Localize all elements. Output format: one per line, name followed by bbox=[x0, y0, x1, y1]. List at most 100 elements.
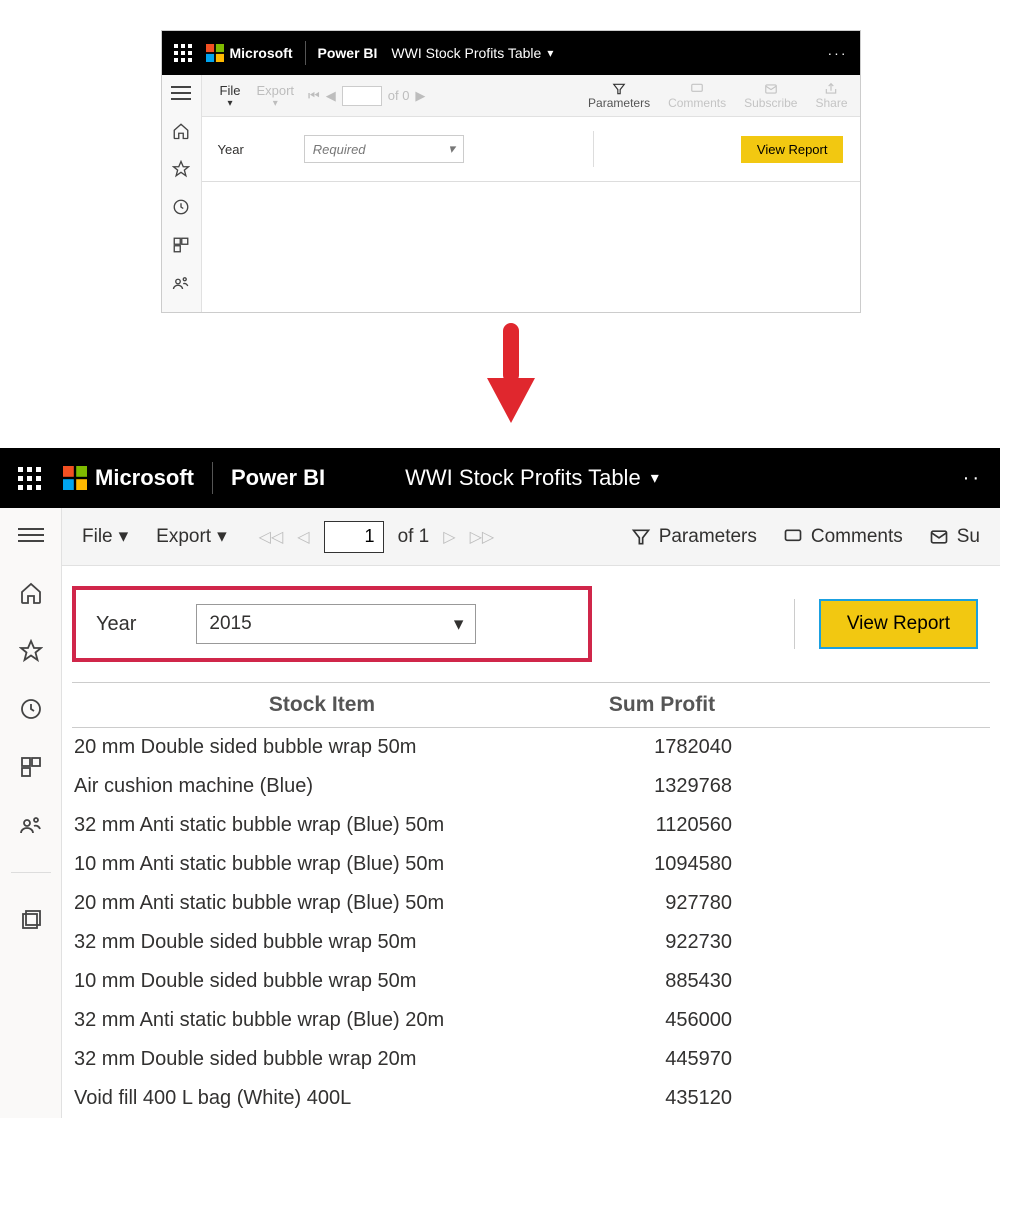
subscribe-label: Su bbox=[957, 526, 980, 548]
parameter-panel-large: Year 2015 ▾ View Report bbox=[62, 566, 1000, 682]
app-launcher-icon[interactable] bbox=[174, 44, 192, 62]
year-select[interactable]: Required ▾ bbox=[304, 135, 464, 163]
nav-home-icon[interactable] bbox=[16, 578, 46, 608]
file-label: File bbox=[82, 526, 113, 548]
prev-page-icon[interactable]: ◁ bbox=[297, 527, 309, 547]
product-label: Power BI bbox=[231, 465, 325, 491]
nav-home-icon[interactable] bbox=[169, 119, 193, 143]
cell-sum-profit: 456000 bbox=[572, 1009, 752, 1032]
comment-icon bbox=[689, 82, 705, 96]
page-of-label: of 1 bbox=[398, 526, 430, 548]
pager-small: ⏮ ◀ of 0 ▶ bbox=[308, 86, 425, 106]
comments-button[interactable]: Comments bbox=[783, 526, 903, 548]
share-label: Share bbox=[815, 96, 847, 110]
report-title-text: WWI Stock Profits Table bbox=[405, 465, 641, 491]
chevron-down-icon: ▾ bbox=[227, 98, 232, 109]
year-select[interactable]: 2015 ▾ bbox=[196, 604, 476, 644]
parameters-button[interactable]: Parameters bbox=[588, 82, 650, 110]
transition-arrow bbox=[0, 323, 1021, 438]
file-menu[interactable]: File ▾ bbox=[214, 83, 247, 109]
cell-stock-item: Air cushion machine (Blue) bbox=[72, 775, 572, 798]
nav-shared-icon[interactable] bbox=[169, 271, 193, 295]
year-placeholder: Required bbox=[313, 142, 366, 157]
export-menu[interactable]: Export ▾ bbox=[250, 83, 300, 109]
nav-recent-icon[interactable] bbox=[16, 694, 46, 724]
cell-sum-profit: 445970 bbox=[572, 1048, 752, 1071]
small-window: Microsoft Power BI WWI Stock Profits Tab… bbox=[161, 30, 861, 313]
table-row: 32 mm Anti static bubble wrap (Blue) 20m… bbox=[72, 1001, 990, 1040]
table-body: 20 mm Double sided bubble wrap 50m178204… bbox=[72, 728, 990, 1118]
chevron-down-icon: ▾ bbox=[547, 46, 553, 60]
first-page-icon[interactable]: ◁◁ bbox=[259, 527, 284, 547]
page-of-label: of 0 bbox=[388, 88, 410, 103]
table-row: 20 mm Anti static bubble wrap (Blue) 50m… bbox=[72, 884, 990, 923]
next-page-icon[interactable]: ▶ bbox=[415, 88, 425, 104]
cell-sum-profit: 1120560 bbox=[572, 814, 752, 837]
chevron-down-icon: ▾ bbox=[217, 525, 227, 548]
toolbar-large: File ▾ Export ▾ ◁◁ ◁ of 1 ▷ ▷▷ bbox=[62, 508, 1000, 566]
export-menu[interactable]: Export ▾ bbox=[156, 525, 226, 548]
cell-stock-item: 32 mm Anti static bubble wrap (Blue) 50m bbox=[72, 814, 572, 837]
comments-label: Comments bbox=[811, 526, 903, 548]
chevron-down-icon: ▾ bbox=[448, 141, 455, 157]
parameters-label: Parameters bbox=[659, 526, 757, 548]
next-page-icon[interactable]: ▷ bbox=[443, 527, 455, 547]
divider bbox=[794, 599, 795, 649]
subscribe-button[interactable]: Subscribe bbox=[744, 82, 797, 110]
filter-icon bbox=[611, 82, 627, 96]
chevron-down-icon: ▾ bbox=[454, 613, 464, 636]
left-nav-large bbox=[0, 508, 62, 1118]
parameters-button[interactable]: Parameters bbox=[631, 526, 757, 548]
report-title-dropdown[interactable]: WWI Stock Profits Table ▾ bbox=[391, 45, 553, 61]
year-highlight-box: Year 2015 ▾ bbox=[72, 586, 592, 662]
cell-stock-item: 32 mm Double sided bubble wrap 50m bbox=[72, 931, 572, 954]
divider bbox=[11, 872, 51, 873]
page-input[interactable] bbox=[342, 86, 382, 106]
chevron-down-icon: ▾ bbox=[651, 468, 659, 488]
cell-stock-item: 32 mm Double sided bubble wrap 20m bbox=[72, 1048, 572, 1071]
comments-button[interactable]: Comments bbox=[668, 82, 726, 110]
share-button[interactable]: Share bbox=[815, 82, 847, 110]
view-report-button[interactable]: View Report bbox=[741, 136, 844, 163]
nav-favorites-icon[interactable] bbox=[169, 157, 193, 181]
more-menu-icon[interactable]: ··· bbox=[828, 45, 848, 61]
nav-apps-icon[interactable] bbox=[169, 233, 193, 257]
prev-page-icon[interactable]: ◀ bbox=[326, 88, 336, 104]
file-label: File bbox=[220, 83, 241, 98]
export-label: Export bbox=[156, 526, 211, 548]
year-label: Year bbox=[96, 613, 136, 636]
microsoft-brand: Microsoft bbox=[63, 465, 194, 491]
year-value: 2015 bbox=[209, 613, 251, 635]
page-input[interactable] bbox=[324, 521, 384, 553]
first-page-icon[interactable]: ⏮ bbox=[308, 88, 320, 104]
nav-menu-toggle[interactable] bbox=[16, 520, 46, 550]
subscribe-button[interactable]: Su bbox=[929, 526, 980, 548]
nav-shared-icon[interactable] bbox=[16, 810, 46, 840]
nav-recent-icon[interactable] bbox=[169, 195, 193, 219]
view-report-button[interactable]: View Report bbox=[819, 599, 978, 649]
table-row: 32 mm Double sided bubble wrap 50m922730 bbox=[72, 923, 990, 962]
nav-menu-toggle[interactable] bbox=[169, 81, 193, 105]
more-menu-icon[interactable]: ·· bbox=[963, 467, 982, 490]
subscribe-label: Subscribe bbox=[744, 96, 797, 110]
nav-favorites-icon[interactable] bbox=[16, 636, 46, 666]
cell-stock-item: 10 mm Anti static bubble wrap (Blue) 50m bbox=[72, 853, 572, 876]
nav-workspaces-icon[interactable] bbox=[16, 905, 46, 935]
col-sum-profit: Sum Profit bbox=[572, 693, 752, 717]
table-row: 20 mm Double sided bubble wrap 50m178204… bbox=[72, 728, 990, 767]
col-stock-item: Stock Item bbox=[72, 693, 572, 717]
report-title-dropdown[interactable]: WWI Stock Profits Table ▾ bbox=[405, 465, 659, 491]
table-row: 32 mm Anti static bubble wrap (Blue) 50m… bbox=[72, 806, 990, 845]
mail-icon bbox=[929, 527, 949, 547]
cell-sum-profit: 1329768 bbox=[572, 775, 752, 798]
app-launcher-icon[interactable] bbox=[18, 467, 41, 490]
divider bbox=[305, 41, 306, 65]
filter-icon bbox=[631, 527, 651, 547]
last-page-icon[interactable]: ▷▷ bbox=[470, 527, 495, 547]
table-row: 10 mm Double sided bubble wrap 50m885430 bbox=[72, 962, 990, 1001]
chevron-down-icon: ▾ bbox=[119, 525, 129, 548]
file-menu[interactable]: File ▾ bbox=[82, 525, 128, 548]
nav-apps-icon[interactable] bbox=[16, 752, 46, 782]
titlebar-large: Microsoft Power BI WWI Stock Profits Tab… bbox=[0, 448, 1000, 508]
arrow-down-icon bbox=[481, 323, 541, 433]
